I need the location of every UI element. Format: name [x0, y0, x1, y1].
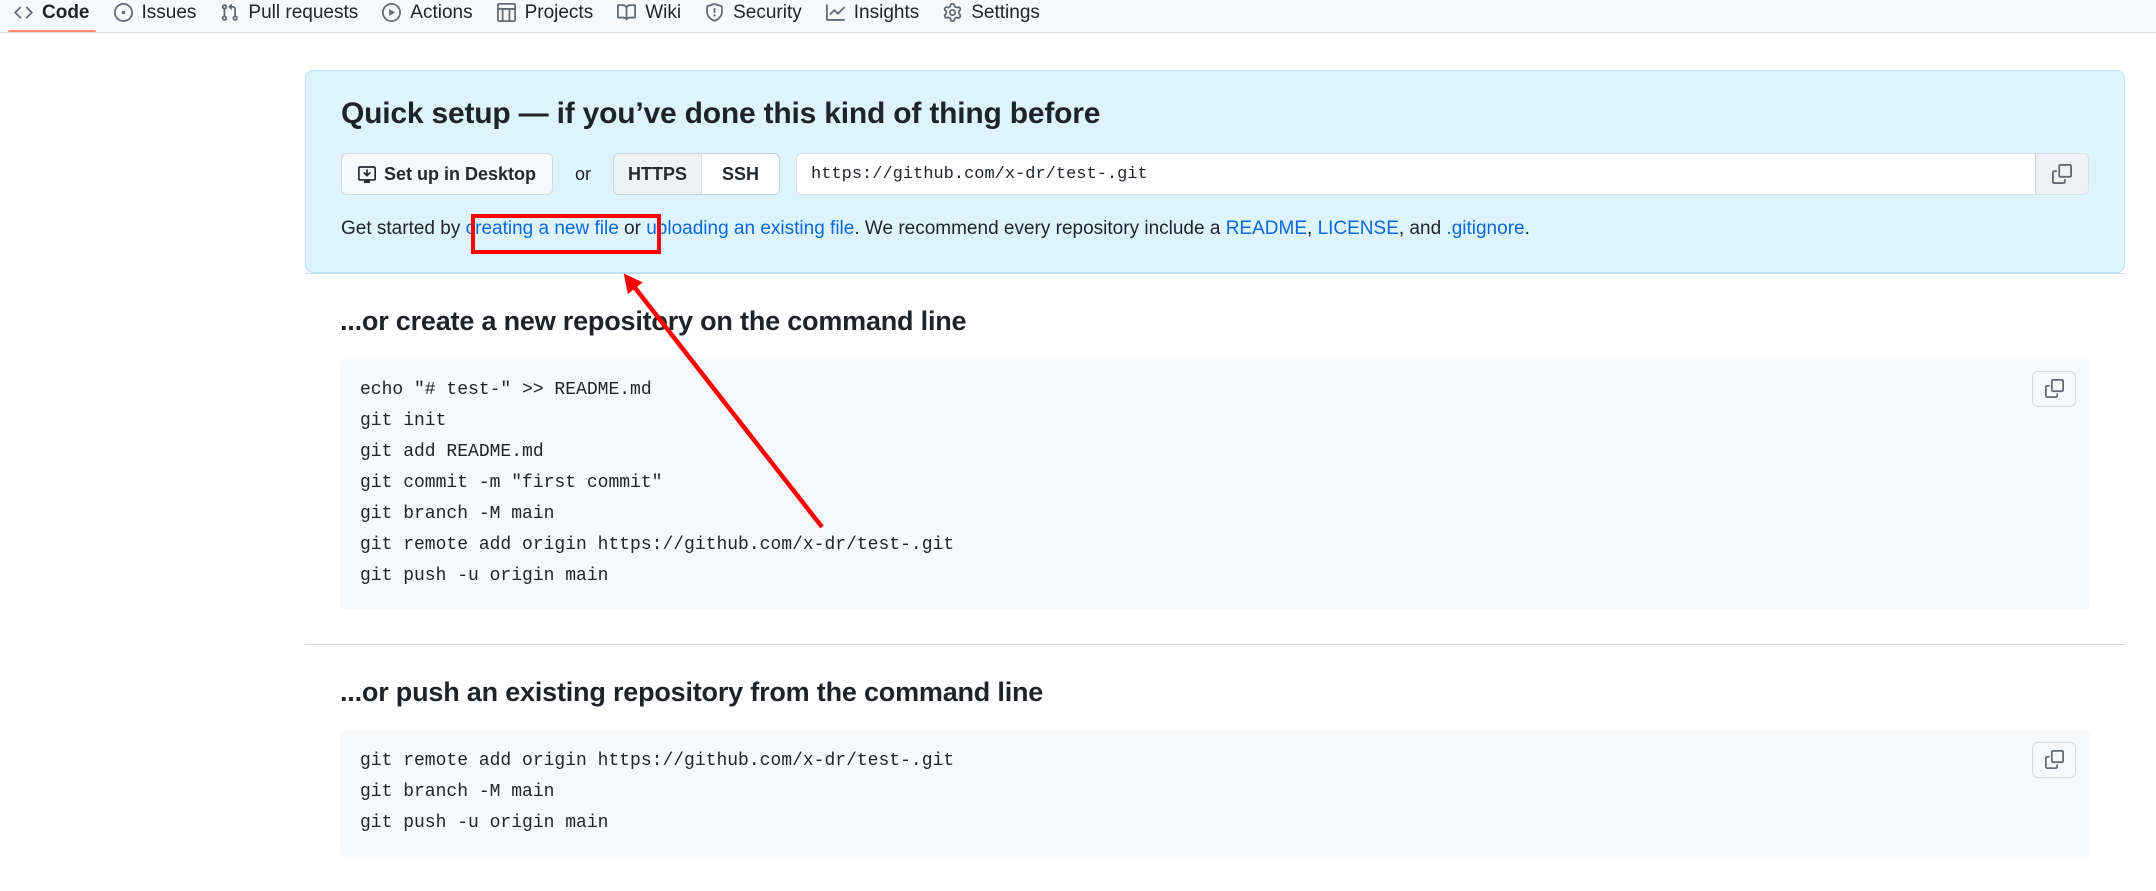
tab-pull-requests-label: Pull requests: [248, 2, 359, 23]
upload-existing-file-link[interactable]: uploading an existing file: [646, 218, 854, 239]
hint-mid2: . We recommend every repository include …: [854, 218, 1226, 239]
copy-clone-url-button[interactable]: [2035, 154, 2088, 194]
tab-issues[interactable]: Issues: [102, 0, 209, 31]
license-link[interactable]: LICENSE: [1318, 218, 1399, 239]
copy-push-repo-commands-button[interactable]: [2032, 741, 2076, 778]
protocol-https-button[interactable]: HTTPS: [614, 154, 702, 194]
protocol-ssh-button[interactable]: SSH: [701, 154, 780, 194]
gear-icon: [943, 3, 962, 22]
copy-icon: [2052, 164, 2072, 184]
tab-wiki[interactable]: Wiki: [605, 0, 693, 31]
tab-settings[interactable]: Settings: [931, 0, 1052, 31]
repository-nav: Code Issues Pull requests Actions Projec…: [0, 0, 2156, 33]
hint-sep2: , and: [1398, 218, 1447, 239]
create-new-file-link[interactable]: creating a new file: [466, 218, 619, 239]
copy-create-repo-commands-button[interactable]: [2032, 370, 2076, 407]
quick-setup-controls: Set up in Desktop or HTTPS SSH: [341, 153, 2089, 195]
code-line: git add README.md: [360, 441, 544, 462]
tab-insights[interactable]: Insights: [814, 0, 931, 31]
clone-url-field-wrapper: [796, 153, 2089, 195]
or-separator: or: [575, 163, 592, 184]
create-new-repo-code-block: echo "# test-" >> README.md git init git…: [340, 358, 2090, 610]
code-icon: [14, 3, 33, 22]
tab-projects-label: Projects: [524, 2, 594, 23]
code-line: git init: [360, 410, 447, 431]
push-existing-repo-code-block: git remote add origin https://github.com…: [340, 729, 2090, 857]
tab-issues-label: Issues: [141, 2, 197, 23]
set-up-in-desktop-button[interactable]: Set up in Desktop: [341, 153, 554, 195]
push-existing-repo-section: ...or push an existing repository from t…: [305, 643, 2125, 891]
hint-sep1: ,: [1307, 218, 1318, 239]
tab-pull-requests[interactable]: Pull requests: [208, 0, 370, 31]
hint-suffix: .: [1524, 218, 1530, 239]
code-line: git remote add origin https://github.com…: [360, 534, 955, 555]
code-line: git commit -m "first commit": [360, 472, 663, 493]
book-icon: [617, 3, 637, 22]
code-line: git push -u origin main: [360, 812, 609, 833]
tab-projects[interactable]: Projects: [485, 0, 606, 31]
tab-security[interactable]: Security: [693, 0, 814, 31]
quick-setup-panel: Quick setup — if you’ve done this kind o…: [305, 70, 2125, 273]
code-line: echo "# test-" >> README.md: [360, 379, 652, 400]
tab-actions[interactable]: Actions: [370, 0, 484, 31]
tab-wiki-label: Wiki: [645, 2, 682, 23]
copy-icon: [2044, 750, 2064, 769]
code-line: git branch -M main: [360, 503, 555, 524]
quick-setup-title: Quick setup — if you’ve done this kind o…: [341, 97, 1101, 130]
tab-security-label: Security: [733, 2, 802, 23]
table-icon: [496, 3, 516, 22]
gitignore-link[interactable]: .gitignore: [1446, 218, 1524, 239]
set-up-in-desktop-label: Set up in Desktop: [384, 163, 537, 184]
desktop-download-icon: [358, 165, 376, 183]
readme-link[interactable]: README: [1226, 218, 1307, 239]
graph-icon: [825, 3, 845, 22]
play-icon: [382, 3, 402, 22]
hint-prefix: Get started by: [341, 218, 466, 239]
issue-opened-icon: [113, 3, 133, 22]
tab-settings-label: Settings: [971, 2, 1040, 23]
code-line: git branch -M main: [360, 781, 555, 802]
shield-icon: [705, 3, 724, 22]
tab-insights-label: Insights: [853, 2, 920, 23]
clone-url-input[interactable]: [797, 154, 2035, 194]
tab-code[interactable]: Code: [2, 0, 102, 32]
protocol-toggle-group: HTTPS SSH: [613, 153, 781, 195]
repo-setup-content: Quick setup — if you’ve done this kind o…: [305, 33, 2125, 891]
get-started-hint: Get started by creating a new file or up…: [341, 215, 2089, 244]
create-new-repo-section: ...or create a new repository on the com…: [305, 272, 2125, 644]
hint-mid1: or: [618, 218, 647, 239]
copy-icon: [2044, 379, 2064, 398]
tab-actions-label: Actions: [410, 2, 473, 23]
tab-code-label: Code: [42, 2, 90, 23]
code-line: git remote add origin https://github.com…: [360, 750, 955, 771]
push-existing-repo-title: ...or push an existing repository from t…: [340, 676, 1044, 707]
create-new-repo-title: ...or create a new repository on the com…: [340, 305, 967, 336]
code-line: git push -u origin main: [360, 565, 609, 586]
git-pull-request-icon: [220, 3, 239, 22]
